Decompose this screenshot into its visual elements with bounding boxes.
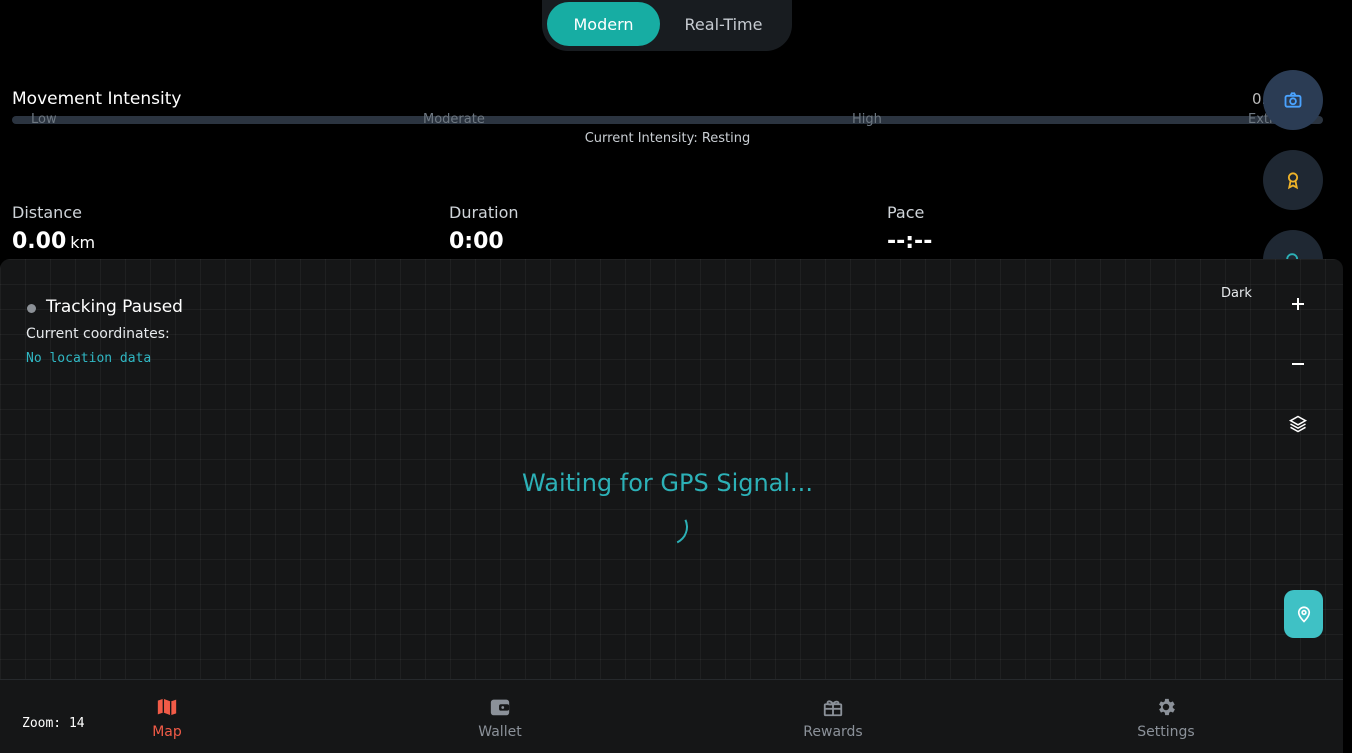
bottom-navigation: Zoom: 14 Map Wallet Rewards Settings — [0, 679, 1343, 753]
gift-icon — [823, 700, 843, 717]
intensity-bar — [12, 116, 1323, 124]
nav-wallet-label: Wallet — [478, 724, 522, 740]
map-theme-label[interactable]: Dark — [1221, 286, 1252, 301]
duration-label: Duration — [449, 203, 519, 222]
map-icon — [157, 698, 177, 716]
layers-icon — [1288, 415, 1308, 433]
nav-wallet[interactable]: Wallet — [440, 694, 560, 740]
intensity-tick-moderate: Moderate — [423, 112, 485, 127]
zoom-level: Zoom: 14 — [22, 716, 85, 731]
nav-rewards[interactable]: Rewards — [773, 694, 893, 740]
achievements-button[interactable] — [1263, 150, 1323, 210]
camera-icon — [1284, 92, 1302, 108]
intensity-tick-high: High — [852, 112, 882, 127]
pace-label: Pace — [887, 203, 925, 222]
intensity-current: Current Intensity: Resting — [584, 131, 751, 146]
location-pin-icon — [1297, 606, 1310, 623]
nav-settings-label: Settings — [1137, 724, 1195, 740]
nav-rewards-label: Rewards — [803, 724, 863, 740]
nav-map[interactable]: Map — [107, 694, 227, 740]
coordinates-value: No location data — [26, 351, 152, 366]
layers-button[interactable] — [1280, 406, 1316, 442]
distance-value: 0.00 km — [12, 229, 95, 254]
mode-toggle: Modern Real-Time — [542, 0, 792, 51]
nav-map-label: Map — [152, 724, 182, 740]
mode-realtime-button[interactable]: Real-Time — [662, 2, 785, 46]
gps-waiting-message: Waiting for GPS Signal... — [522, 469, 813, 497]
coordinates-label: Current coordinates: — [26, 326, 170, 342]
camera-button[interactable] — [1263, 70, 1323, 130]
distance-unit: km — [70, 233, 96, 252]
distance-number: 0.00 — [12, 229, 67, 254]
pace-value: --:-- — [887, 229, 933, 254]
duration-value: 0:00 — [449, 229, 504, 254]
award-icon — [1287, 172, 1299, 190]
mode-modern-button[interactable]: Modern — [547, 2, 660, 46]
map-view[interactable]: Tracking Paused Current coordinates: No … — [0, 259, 1343, 753]
gear-icon — [1159, 698, 1175, 716]
distance-label: Distance — [12, 203, 82, 222]
intensity-title: Movement Intensity — [12, 89, 182, 109]
plus-icon — [1292, 298, 1304, 310]
intensity-tick-low: Low — [31, 112, 57, 127]
minus-icon — [1292, 363, 1304, 365]
zoom-out-button[interactable] — [1280, 346, 1316, 382]
tracking-status: Tracking Paused — [46, 297, 183, 317]
nav-settings[interactable]: Settings — [1106, 694, 1226, 740]
tracking-status-dot — [27, 304, 36, 313]
wallet-icon — [490, 699, 510, 716]
locate-button[interactable] — [1284, 590, 1323, 638]
zoom-in-button[interactable] — [1280, 286, 1316, 322]
loading-spinner — [646, 503, 694, 551]
